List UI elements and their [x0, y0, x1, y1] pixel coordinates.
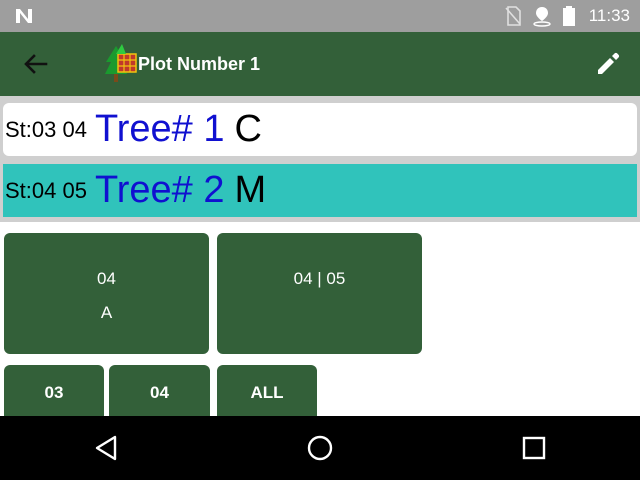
location-icon — [533, 7, 551, 27]
status-bar: 11:33 — [0, 0, 640, 32]
tree-list: St:03 04 Tree# 1 C St:04 05 Tree# 2 M — [0, 96, 640, 222]
status-time: 11:33 — [588, 6, 630, 25]
n-notification-icon — [16, 9, 32, 23]
tree-code: C — [234, 108, 262, 150]
tree-number: Tree# 1 — [94, 108, 225, 150]
button-line-1: 04 | 05 — [293, 269, 346, 288]
app-bar: Plot Number 1 — [0, 32, 640, 96]
tree-code: M — [234, 169, 267, 211]
status-icons: 11:33 — [505, 0, 630, 32]
system-nav-bar — [0, 416, 640, 480]
button-line-1: 04 — [97, 269, 116, 288]
station-04-a-button[interactable]: 04 A — [4, 233, 209, 354]
tree-row[interactable]: St:03 04 Tree# 1 C — [3, 103, 637, 156]
battery-icon — [562, 6, 575, 26]
station-04-05-button[interactable]: 04 | 05 — [217, 233, 422, 354]
nav-home-icon[interactable] — [305, 433, 335, 463]
nav-recents-icon[interactable] — [519, 433, 549, 463]
no-sim-icon — [505, 6, 521, 26]
tree-station: St:04 05 — [5, 177, 87, 203]
page-title: Plot Number 1 — [138, 54, 261, 74]
back-arrow-icon[interactable] — [22, 50, 50, 78]
edit-pencil-icon[interactable] — [594, 50, 622, 78]
button-line-2: A — [100, 303, 113, 322]
nav-back-icon[interactable] — [92, 433, 122, 463]
forest-plot-logo-icon — [105, 44, 137, 82]
tree-row-selected[interactable]: St:04 05 Tree# 2 M — [3, 164, 637, 217]
tree-station: St:03 04 — [5, 116, 87, 142]
tree-number: Tree# 2 — [94, 169, 225, 211]
